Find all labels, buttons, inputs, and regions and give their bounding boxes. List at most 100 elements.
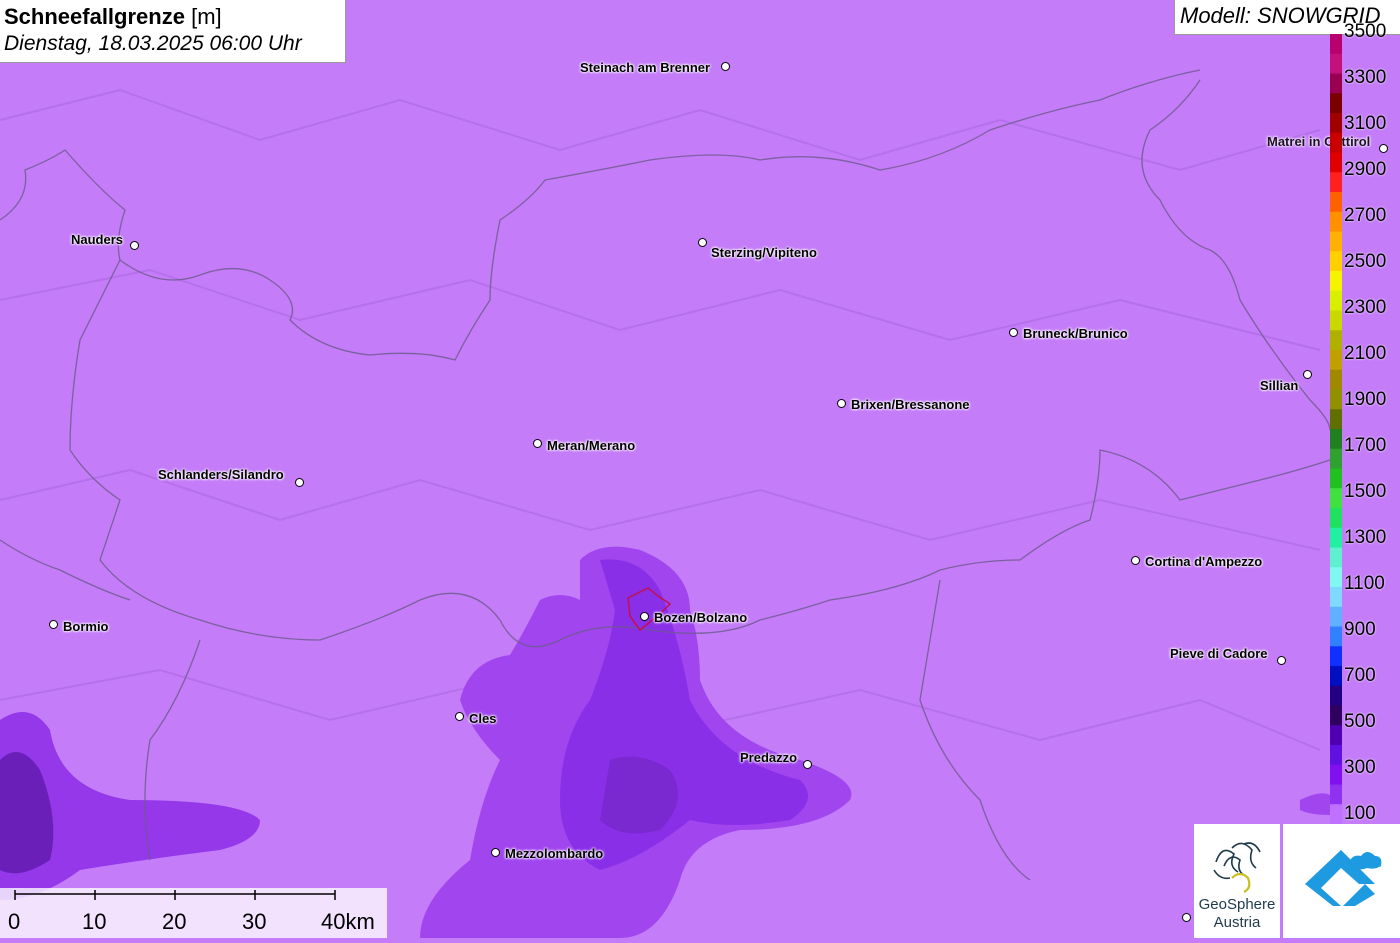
town-marker[interactable] [295, 478, 304, 487]
town-label: Cles [469, 711, 497, 726]
town-marker[interactable] [640, 612, 649, 621]
scale-label: 40km [321, 909, 375, 934]
legend-swatch [1330, 745, 1342, 766]
legend-swatch [1330, 53, 1342, 74]
legend-swatch [1330, 113, 1342, 134]
legend-swatch [1330, 784, 1342, 805]
town-label: Bozen/Bolzano [654, 610, 748, 625]
legend-swatch [1330, 310, 1342, 331]
town-label: Sterzing/Vipiteno [711, 245, 817, 260]
legend-swatch [1330, 271, 1342, 292]
legend-label: 1500 [1344, 481, 1387, 502]
legend-label: 2900 [1344, 159, 1387, 180]
map-datetime: Dienstag, 18.03.2025 06:00 Uhr [4, 32, 302, 55]
legend-swatch [1330, 606, 1342, 627]
legend-swatch [1330, 804, 1342, 824]
town-label: Nauders [71, 232, 124, 247]
town-label: Meran/Merano [547, 438, 636, 453]
town-marker[interactable] [455, 712, 464, 721]
legend-label: 3300 [1344, 67, 1387, 88]
town-label: Bormio [63, 619, 109, 634]
legend-swatch [1330, 547, 1342, 568]
legend-swatch [1330, 409, 1342, 430]
legend-swatch [1330, 429, 1342, 450]
town-marker[interactable] [49, 620, 58, 629]
legend-swatch [1330, 685, 1342, 706]
legend-swatch [1330, 508, 1342, 529]
town-label: Pieve di Cadore [1170, 646, 1268, 661]
snowgrid-emblem-icon [1305, 850, 1382, 906]
town-label: Mezzolombardo [505, 846, 604, 861]
legend-swatch [1330, 330, 1342, 351]
legend-label: 700 [1344, 665, 1376, 686]
legend-swatch [1330, 527, 1342, 548]
legend-swatch [1330, 152, 1342, 173]
legend-label: 1900 [1344, 389, 1387, 410]
legend-swatch [1330, 488, 1342, 509]
color-legend: 3500 3300 3100 2900 2700 2500 2300 2100 1900 1700… [1330, 21, 1400, 824]
legend-swatch [1330, 211, 1342, 232]
town-marker[interactable] [130, 241, 139, 250]
town-marker[interactable] [491, 848, 500, 857]
legend-swatch [1330, 231, 1342, 252]
legend-swatch [1330, 34, 1342, 55]
scale-label: 20 [162, 909, 187, 934]
town-marker[interactable] [837, 399, 846, 408]
legend-label: 1100 [1344, 573, 1385, 594]
legend-swatch [1330, 192, 1342, 213]
town-marker[interactable] [533, 439, 542, 448]
geosphere-name: GeoSphere [1198, 896, 1276, 913]
legend-color-bar [1330, 34, 1342, 824]
town-marker[interactable] [1131, 556, 1140, 565]
legend-swatch [1330, 172, 1342, 193]
scale-label: 30 [242, 909, 267, 934]
title-box: Schneefallgrenze [m] Dienstag, 18.03.202… [0, 0, 346, 63]
legend-label: 2300 [1344, 297, 1387, 318]
town-label: Steinach am Brenner [580, 60, 711, 75]
town-marker[interactable] [1182, 913, 1191, 922]
town-marker[interactable] [721, 62, 730, 71]
legend-swatch [1330, 350, 1342, 371]
legend-swatch [1330, 468, 1342, 489]
town-label: Cortina d'Ampezzo [1145, 554, 1263, 569]
legend-label: 3100 [1344, 113, 1387, 134]
legend-swatch [1330, 93, 1342, 114]
legend-swatch [1330, 369, 1342, 390]
legend-swatch [1330, 646, 1342, 667]
legend-swatch [1330, 567, 1342, 588]
legend-label: 500 [1344, 711, 1376, 732]
geosphere-emblem-icon [1213, 842, 1261, 893]
legend-label: 2100 [1344, 343, 1387, 364]
town-label: Sillian [1260, 378, 1299, 393]
legend-swatch [1330, 587, 1342, 608]
town-marker[interactable] [1277, 656, 1286, 665]
legend-swatch [1330, 626, 1342, 647]
legend-swatch [1330, 764, 1342, 785]
legend-swatch [1330, 389, 1342, 410]
snowgrid-logo[interactable] [1283, 824, 1400, 938]
town-marker[interactable] [1009, 328, 1018, 337]
legend-swatch [1330, 132, 1342, 153]
legend-swatch [1330, 725, 1342, 746]
legend-swatch [1330, 705, 1342, 726]
town-marker[interactable] [1303, 370, 1312, 379]
legend-label: 3500 [1344, 21, 1387, 42]
geosphere-country: Austria [1213, 914, 1261, 931]
scale-label: 0 [8, 909, 21, 934]
town-label: Bruneck/Brunico [1023, 326, 1128, 341]
town-label: Schlanders/Silandro [158, 467, 284, 482]
legend-swatch [1330, 251, 1342, 272]
legend-swatch [1330, 73, 1342, 94]
legend-label: 100 [1344, 803, 1376, 824]
town-label: Brixen/Bressanone [851, 397, 970, 412]
town-marker[interactable] [698, 238, 707, 247]
legend-label: 2700 [1344, 205, 1387, 226]
town-marker[interactable] [803, 760, 812, 769]
legend-swatch [1330, 290, 1342, 311]
legend-swatch [1330, 666, 1342, 687]
geosphere-logo[interactable]: GeoSphere Austria [1194, 824, 1280, 938]
scale-bar: 0 10 20 30 40km [0, 888, 387, 938]
legend-label: 1700 [1344, 435, 1387, 456]
legend-swatch [1330, 448, 1342, 469]
legend-label: 300 [1344, 757, 1376, 778]
